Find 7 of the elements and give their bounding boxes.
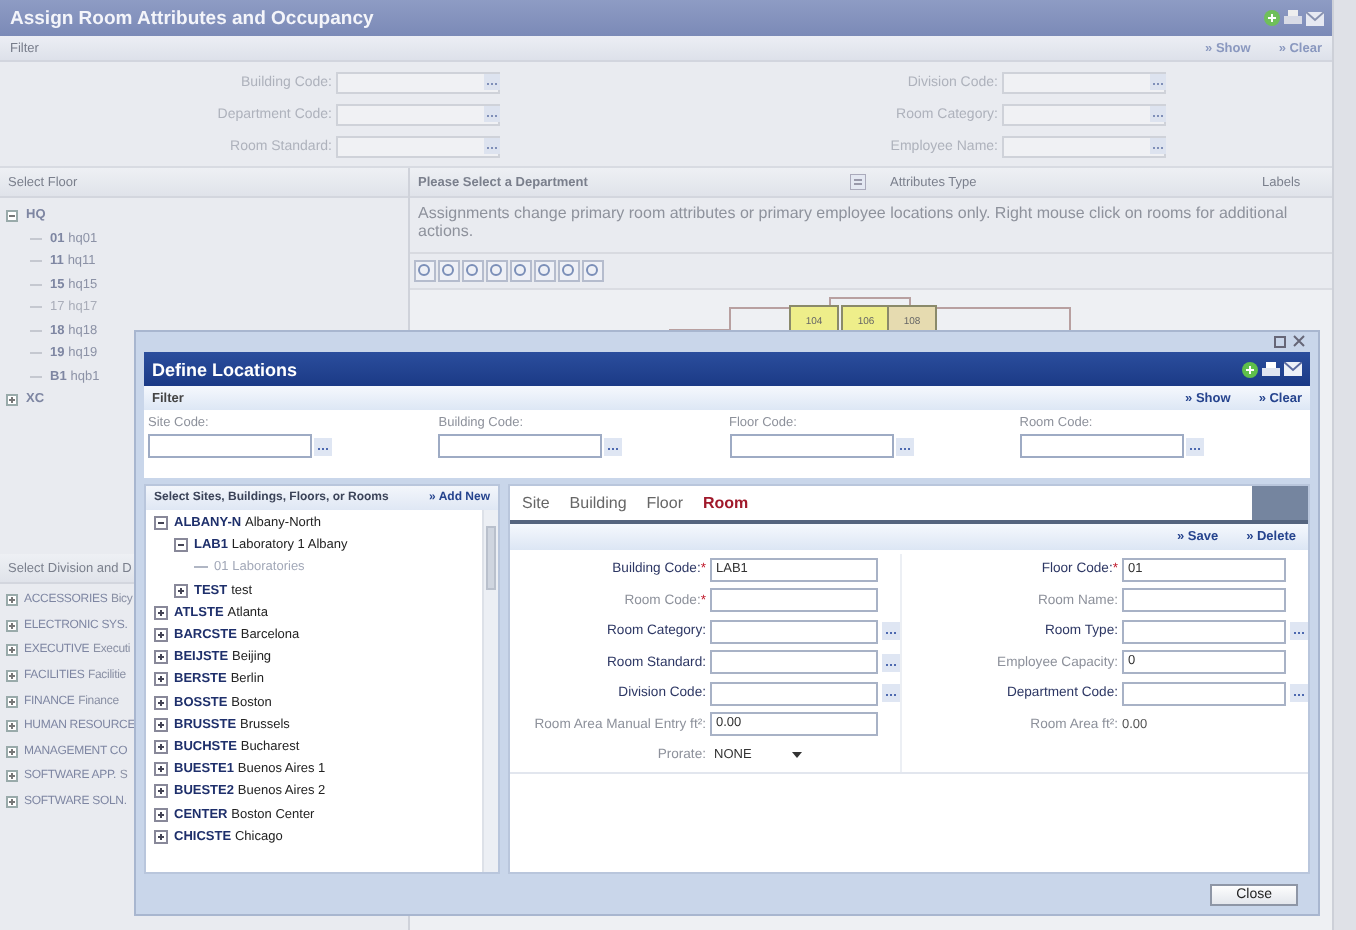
tab[interactable]: Building	[569, 494, 627, 512]
tab[interactable]: Room	[703, 494, 749, 512]
tab[interactable]: Floor	[646, 494, 683, 512]
tab[interactable]: Site	[522, 494, 550, 512]
window-title: Assign Room Attributes and Occupancy	[10, 7, 376, 29]
instruction-text: Assignments change primary room attributes or primary employee locations only. Right mouse click on rooms for additional actions.	[418, 204, 1288, 240]
dialog-title: Define Locations	[152, 359, 300, 379]
